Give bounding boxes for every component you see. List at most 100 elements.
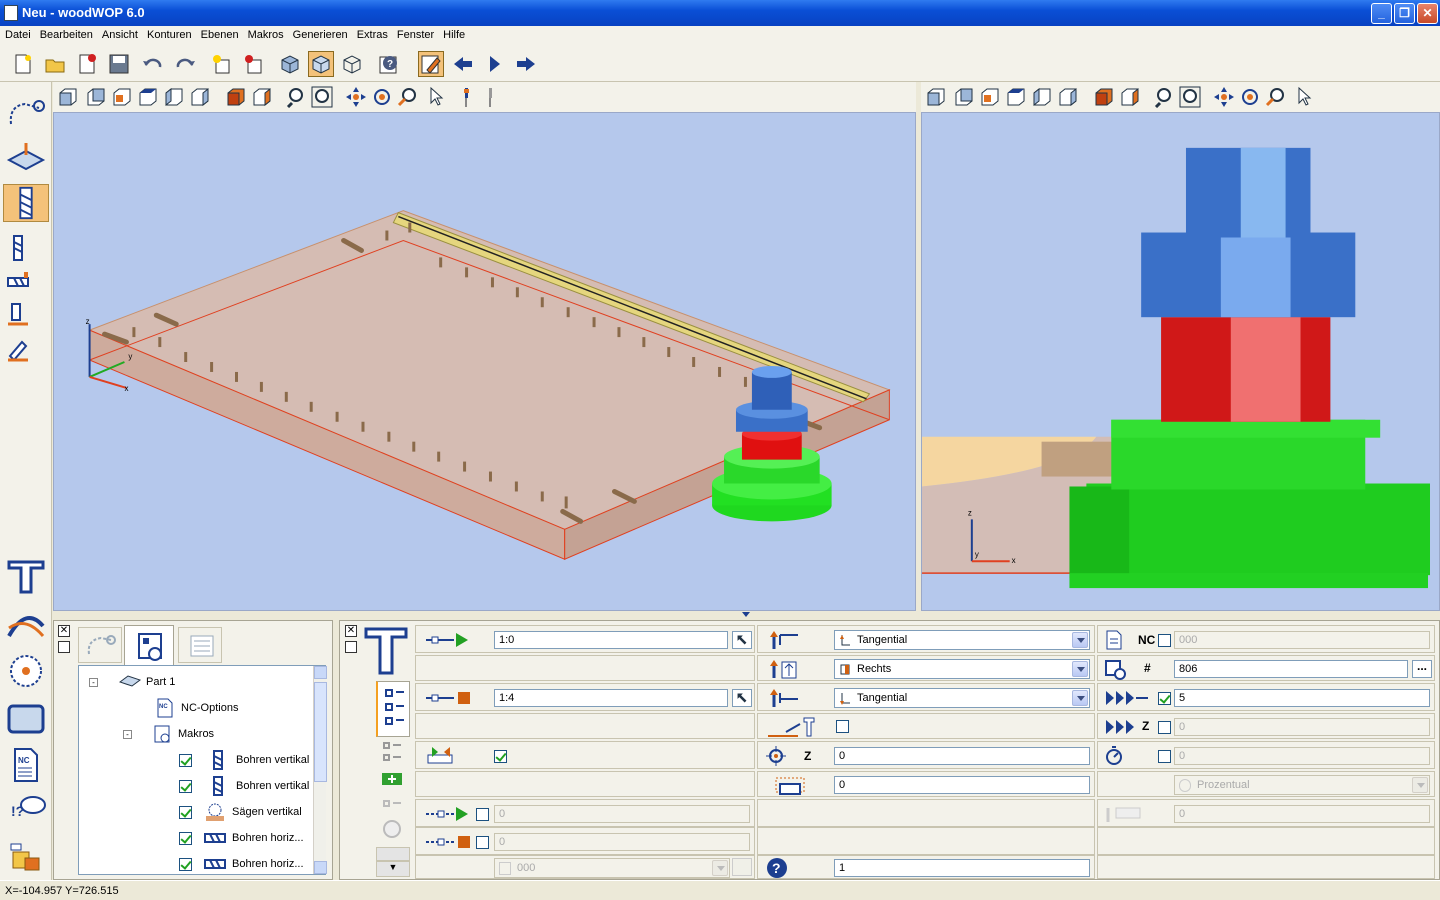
back-button[interactable]: [450, 51, 476, 77]
nc-checkbox[interactable]: [1158, 634, 1171, 647]
tree-item-5[interactable]: Bohren horiz...: [179, 852, 304, 876]
main-3d-viewport[interactable]: z y x: [53, 112, 916, 611]
pick-variant-button[interactable]: [732, 858, 752, 876]
drill-group-button[interactable]: [6, 302, 30, 330]
workpiece-button[interactable]: [3, 700, 49, 738]
tree-item-3[interactable]: Sägen vertikal: [179, 800, 302, 824]
tree-node-nc-options[interactable]: NC NC-Options: [155, 696, 238, 720]
tree-item-1[interactable]: Bohren vertikal: [179, 748, 309, 772]
feed-rate-field[interactable]: 5: [1174, 689, 1430, 707]
marker-b-button[interactable]: [479, 86, 501, 108]
tab-scroll-up[interactable]: [376, 847, 410, 861]
close-panel-icon[interactable]: ✕: [58, 625, 70, 637]
view-iso1-button[interactable]: [225, 86, 247, 108]
view-back-button-2[interactable]: [953, 86, 975, 108]
pick-end-button[interactable]: [732, 689, 752, 707]
marker-a-button[interactable]: [455, 86, 477, 108]
menu-bearbeiten[interactable]: Bearbeiten: [35, 26, 97, 41]
contour-tool-button[interactable]: [3, 96, 49, 134]
reverse-direction-checkbox[interactable]: [494, 750, 507, 763]
correction-side-dropdown[interactable]: Rechts: [834, 659, 1090, 679]
panel-dock-icon[interactable]: [345, 641, 357, 653]
view-front-button-2[interactable]: [925, 86, 947, 108]
view-back-button[interactable]: [85, 86, 107, 108]
pick-start-button[interactable]: [732, 631, 752, 649]
nc-field[interactable]: 000: [1174, 631, 1430, 649]
view-wireframe-button[interactable]: [339, 51, 365, 77]
new-file-button[interactable]: [10, 51, 36, 77]
undo-button[interactable]: [140, 51, 166, 77]
params-tab-1[interactable]: [376, 681, 410, 737]
edge-banding-button[interactable]: [3, 606, 49, 644]
variant-dropdown[interactable]: 000: [494, 858, 730, 878]
tool-holder-button[interactable]: [3, 558, 49, 596]
drill-vertical-button[interactable]: [6, 234, 30, 262]
comment-button[interactable]: !?: [3, 792, 49, 830]
z-depth-field[interactable]: 0: [834, 747, 1090, 765]
view-bottom-button[interactable]: [137, 86, 159, 108]
z-feed-field[interactable]: 0: [1174, 718, 1430, 736]
nc-program-button[interactable]: NC: [3, 746, 49, 784]
select-button-2[interactable]: [1293, 86, 1315, 108]
start-point-field[interactable]: 1:0: [494, 631, 728, 649]
menu-makros[interactable]: Makros: [243, 26, 288, 41]
end-point-field[interactable]: 1:4: [494, 689, 728, 707]
tab-contours[interactable]: [78, 627, 122, 663]
zoom-button-2[interactable]: [1153, 86, 1175, 109]
panel-dock-icon[interactable]: [58, 641, 70, 653]
tree-item-checkbox[interactable]: [179, 779, 192, 793]
tree-node-makros[interactable]: - Makros: [123, 722, 214, 746]
tool-holder-tab[interactable]: [360, 625, 412, 677]
exit-mode-dropdown[interactable]: Tangential: [834, 688, 1090, 708]
play-button[interactable]: [482, 51, 508, 77]
redo-button[interactable]: [172, 51, 198, 77]
speed-mode-dropdown[interactable]: Prozentual: [1174, 775, 1430, 795]
new-component-button[interactable]: [208, 51, 234, 77]
drill-tool-button[interactable]: [3, 184, 49, 222]
menu-datei[interactable]: Datei: [0, 26, 35, 41]
tree-item-2[interactable]: Bohren vertikal: [179, 774, 309, 798]
zoom-fit-button-2[interactable]: [1179, 86, 1201, 108]
minimize-button[interactable]: _: [1371, 3, 1392, 24]
spindle-speed-field[interactable]: 0: [1174, 747, 1430, 765]
open-file-button[interactable]: [42, 51, 68, 77]
view-right-button-2[interactable]: [1057, 86, 1079, 108]
view-top-button[interactable]: [111, 86, 133, 108]
view-left-button-2[interactable]: [1031, 86, 1053, 108]
saw-tool-button[interactable]: [3, 652, 49, 690]
tree-item-checkbox[interactable]: [179, 805, 192, 819]
view-left-button[interactable]: [163, 86, 185, 108]
tree-item-checkbox[interactable]: [179, 857, 192, 871]
layer-tool-button[interactable]: [3, 138, 49, 176]
approach-end-checkbox[interactable]: [476, 836, 489, 849]
tree-node-part[interactable]: - Part 1: [89, 670, 175, 694]
menu-konturen[interactable]: Konturen: [142, 26, 196, 41]
approach-end-field[interactable]: 0: [494, 833, 750, 851]
approach-start-checkbox[interactable]: [476, 808, 489, 821]
offset-field[interactable]: 0: [834, 776, 1090, 794]
tree-scrollbar[interactable]: [313, 666, 327, 874]
tree-item-checkbox[interactable]: [179, 753, 192, 767]
drill-angle-button[interactable]: [6, 336, 30, 364]
close-button[interactable]: ✕: [1417, 3, 1438, 24]
browse-tool-button[interactable]: ...: [1412, 660, 1432, 678]
drill-horizontal-button[interactable]: [6, 268, 30, 296]
menu-ebenen[interactable]: Ebenen: [196, 26, 243, 41]
params-tab-2[interactable]: [378, 739, 408, 789]
collapse-panel-arrow[interactable]: [742, 612, 750, 617]
detail-3d-viewport[interactable]: z x y: [921, 112, 1440, 611]
close-panel-icon[interactable]: ✕: [345, 625, 357, 637]
delete-component-button[interactable]: [240, 51, 266, 77]
zoom-dynamic-button[interactable]: [397, 86, 419, 108]
select-button[interactable]: [425, 86, 447, 108]
menu-fenster[interactable]: Fenster: [392, 26, 438, 41]
tab-scroll-down[interactable]: ▼: [376, 861, 410, 877]
rotate-button-2[interactable]: [1239, 86, 1261, 108]
help-button[interactable]: ?: [376, 51, 402, 77]
view-right-button[interactable]: [189, 86, 211, 108]
pan-button-2[interactable]: [1213, 86, 1235, 108]
tab-macros[interactable]: [124, 625, 174, 665]
tab-variables[interactable]: [178, 627, 222, 663]
rotate-button[interactable]: [371, 86, 393, 108]
components-button[interactable]: [3, 838, 49, 876]
